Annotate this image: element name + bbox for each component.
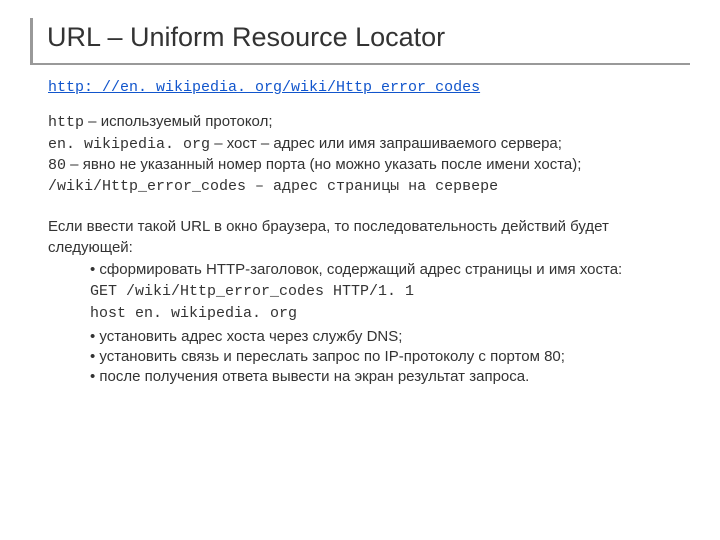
http-request-line2: host en. wikipedia. org bbox=[90, 304, 690, 324]
body: http: //en. wikipedia. org/wiki/Http_err… bbox=[30, 77, 690, 387]
slide: URL – Uniform Resource Locator http: //e… bbox=[0, 0, 720, 540]
term-host: en. wikipedia. org bbox=[48, 136, 210, 153]
sequence-intro: Если ввести такой URL в окно браузера, т… bbox=[48, 217, 690, 258]
desc-protocol: – используемый протокол; bbox=[84, 113, 272, 130]
page-title: URL – Uniform Resource Locator bbox=[47, 22, 690, 53]
example-url-link[interactable]: http: //en. wikipedia. org/wiki/Http_err… bbox=[48, 78, 480, 98]
http-request-line1: GET /wiki/Http_error_codes HTTP/1. 1 bbox=[90, 282, 690, 302]
desc-path: – адрес страницы на сервере bbox=[246, 178, 498, 195]
list-item: установить адрес хоста через службу DNS; bbox=[90, 327, 690, 347]
list-item: сформировать HTTP-заголовок, содержащий … bbox=[90, 260, 690, 280]
desc-host: – хост – адрес или имя запрашиваемого се… bbox=[210, 135, 562, 152]
component-path: /wiki/Http_error_codes – адрес страницы … bbox=[48, 176, 690, 197]
desc-port: – явно не указанный номер порта (но можн… bbox=[66, 156, 581, 173]
title-box: URL – Uniform Resource Locator bbox=[30, 18, 690, 65]
component-protocol: http – используемый протокол; bbox=[48, 112, 690, 133]
term-port: 80 bbox=[48, 157, 66, 174]
list-item: установить связь и переслать запрос по I… bbox=[90, 347, 690, 367]
url-components: http – используемый протокол; en. wikipe… bbox=[48, 112, 690, 197]
bullet-list-top: сформировать HTTP-заголовок, содержащий … bbox=[90, 260, 690, 280]
term-path: /wiki/Http_error_codes bbox=[48, 178, 246, 195]
list-item: после получения ответа вывести на экран … bbox=[90, 367, 690, 387]
bullet-list-rest: установить адрес хоста через службу DNS;… bbox=[90, 327, 690, 388]
component-port: 80 – явно не указанный номер порта (но м… bbox=[48, 155, 690, 176]
term-protocol: http bbox=[48, 114, 84, 131]
component-host: en. wikipedia. org – хост – адрес или им… bbox=[48, 134, 690, 155]
sequence-block: Если ввести такой URL в окно браузера, т… bbox=[48, 217, 690, 387]
